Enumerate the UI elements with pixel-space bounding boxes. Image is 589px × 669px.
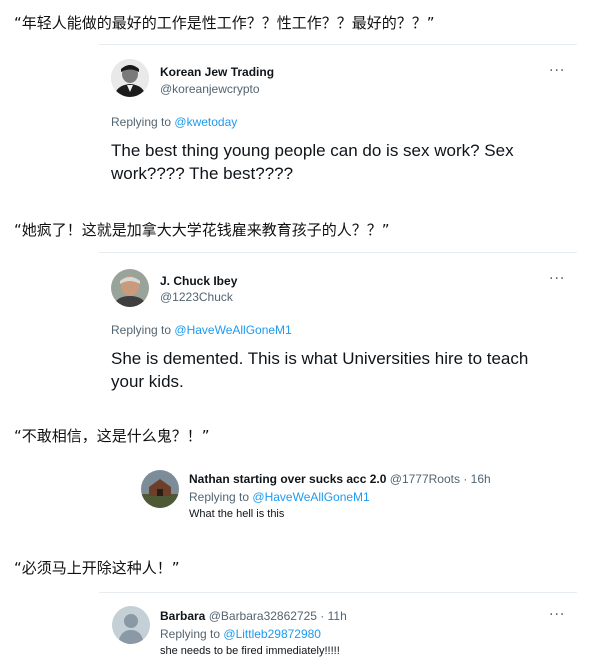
handle-and-time[interactable]: @Barbara32862725 · 11h [209,609,347,623]
replying-to: Replying to @Littleb29872980 [160,627,321,641]
user-handle[interactable]: @koreanjewcrypto [160,82,260,96]
replying-to-label: Replying to [160,627,221,641]
display-name[interactable]: Barbara @Barbara32862725 · 11h [160,609,347,623]
replying-to: Replying to @HaveWeAllGoneM1 [189,490,370,504]
display-name-text: Nathan starting over sucks acc 2.0 [189,472,387,486]
profile-photo-icon [111,269,149,307]
quote-4: “必须马上开除这种人！” [14,559,180,577]
tweet-card-4[interactable]: Barbara @Barbara32862725 · 11h ··· Reply… [99,592,577,669]
tweet-card-2[interactable]: J. Chuck Ibey @1223Chuck ··· Replying to… [99,252,577,401]
replying-to-mention[interactable]: @HaveWeAllGoneM1 [252,490,369,504]
replying-to-label: Replying to [111,323,172,337]
replying-to-label: Replying to [111,115,172,129]
replying-to-mention[interactable]: @kwetoday [174,115,237,129]
tweet-text: What the hell is this [189,508,285,520]
display-name-text: Barbara [160,609,206,623]
profile-photo-icon [111,59,149,97]
display-name[interactable]: Nathan starting over sucks acc 2.0 @1777… [189,472,491,486]
replying-to: Replying to @kwetoday [111,115,237,129]
display-name[interactable]: J. Chuck Ibey [160,274,237,288]
more-horizontal-icon[interactable]: ··· [549,64,565,78]
tweet-text: The best thing young people can do is se… [111,141,514,183]
tweet-text: she needs to be fired immediately!!!!! [160,645,340,657]
quote-3: “不敢相信，这是什么鬼？！” [14,427,210,445]
tweet-text: She is demented. This is what Universiti… [111,349,529,391]
quote-2: “她疯了！这就是加拿大大学花钱雇来教育孩子的人？？” [14,221,390,239]
quote-1: “年轻人能做的最好的工作是性工作？？性工作？？最好的？？” [14,14,435,32]
more-horizontal-icon[interactable]: ··· [549,272,565,286]
default-avatar-icon [112,606,150,644]
replying-to-mention[interactable]: @HaveWeAllGoneM1 [174,323,291,337]
handle-and-time[interactable]: @1777Roots · 16h [390,472,491,486]
replying-to-mention[interactable]: @Littleb29872980 [223,627,321,641]
avatar[interactable] [111,269,149,307]
more-horizontal-icon[interactable]: ··· [549,608,565,622]
tweet-card-3[interactable]: Nathan starting over sucks acc 2.0 @1777… [128,458,577,538]
display-name[interactable]: Korean Jew Trading [160,65,274,79]
avatar[interactable] [111,59,149,97]
tweet-card-1[interactable]: Korean Jew Trading @koreanjewcrypto ··· … [99,44,577,193]
replying-to-label: Replying to [189,490,250,504]
avatar[interactable] [141,470,179,508]
user-handle[interactable]: @1223Chuck [160,290,233,304]
profile-photo-icon [141,470,179,508]
avatar[interactable] [112,606,150,644]
replying-to: Replying to @HaveWeAllGoneM1 [111,323,292,337]
